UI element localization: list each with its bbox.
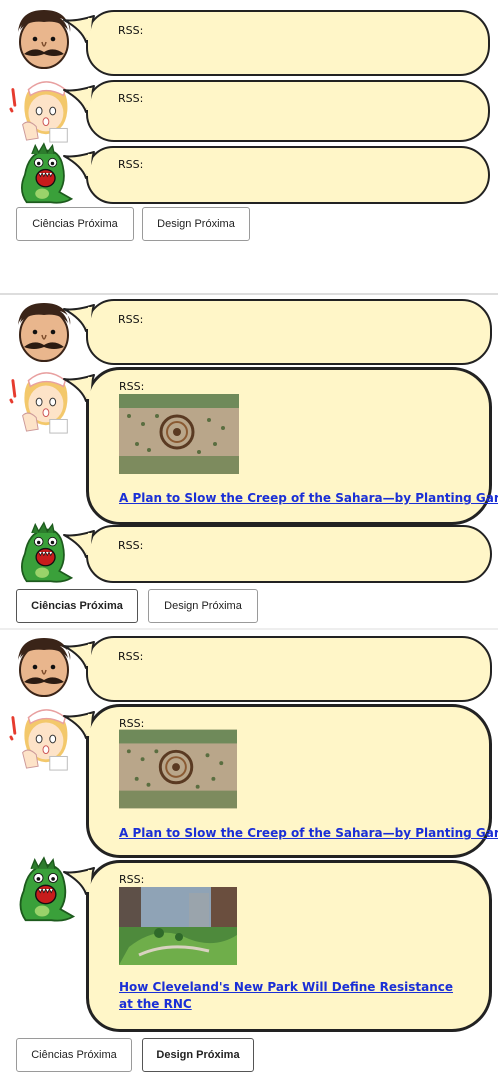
speech-bubble: RSS:	[86, 10, 490, 76]
rss-label: RSS:	[118, 650, 144, 663]
article-thumbnail	[119, 394, 239, 474]
rss-label: RSS:	[118, 539, 144, 552]
ciencias-next-button[interactable]: Ciências Próxima	[16, 207, 134, 241]
speech-bubble: RSS: How Cleveland's New Park Will Defin…	[86, 860, 492, 1032]
speech-bubble: RSS:	[86, 636, 492, 702]
article-thumbnail	[119, 887, 237, 965]
rss-label: RSS:	[118, 158, 144, 171]
rss-label: RSS:	[118, 313, 144, 326]
panel-3: RSS: RSS: A Plan to Slow the Creep of th…	[0, 628, 498, 1085]
bubble-tail	[62, 84, 96, 114]
bubble-tail	[62, 710, 96, 740]
bubble-tail	[62, 640, 96, 670]
article-link[interactable]: A Plan to Slow the Creep of the Sahara—b…	[119, 825, 498, 842]
design-next-button[interactable]: Design Próxima	[148, 589, 258, 623]
bubble-tail	[62, 529, 96, 559]
article-thumbnail	[119, 729, 237, 809]
bubble-tail	[62, 866, 96, 896]
design-next-button[interactable]: Design Próxima	[142, 1038, 254, 1072]
bubble-tail	[62, 150, 96, 180]
article-link[interactable]: A Plan to Slow the Creep of the Sahara—b…	[119, 490, 498, 507]
rss-label: RSS:	[118, 92, 144, 105]
speech-bubble: RSS: A Plan to Slow the Creep of the Sah…	[86, 704, 498, 858]
speech-bubble: RSS:	[86, 525, 492, 583]
speech-bubble: RSS:	[86, 80, 490, 142]
speech-bubble: RSS:	[86, 299, 492, 365]
rss-label: RSS:	[118, 24, 144, 37]
ciencias-next-button[interactable]: Ciências Próxima	[16, 589, 138, 623]
panel-1: RSS: RSS: RSS: Ciências Próxima Design P…	[0, 0, 498, 250]
speech-bubble: RSS:	[86, 146, 490, 204]
ciencias-next-button[interactable]: Ciências Próxima	[16, 1038, 132, 1072]
article-link[interactable]: How Cleveland's New Park Will Define Res…	[119, 979, 459, 1013]
bubble-tail	[62, 373, 96, 403]
speech-bubble: RSS: A Plan to Slow the Creep of the Sah…	[86, 367, 498, 525]
bubble-tail	[62, 14, 96, 44]
rss-label: RSS:	[119, 873, 145, 886]
rss-label: RSS:	[119, 380, 145, 393]
panel-2: RSS: RSS: A Plan to Slow the Creep of th…	[0, 293, 498, 625]
bubble-tail	[62, 303, 96, 333]
design-next-button[interactable]: Design Próxima	[142, 207, 250, 241]
